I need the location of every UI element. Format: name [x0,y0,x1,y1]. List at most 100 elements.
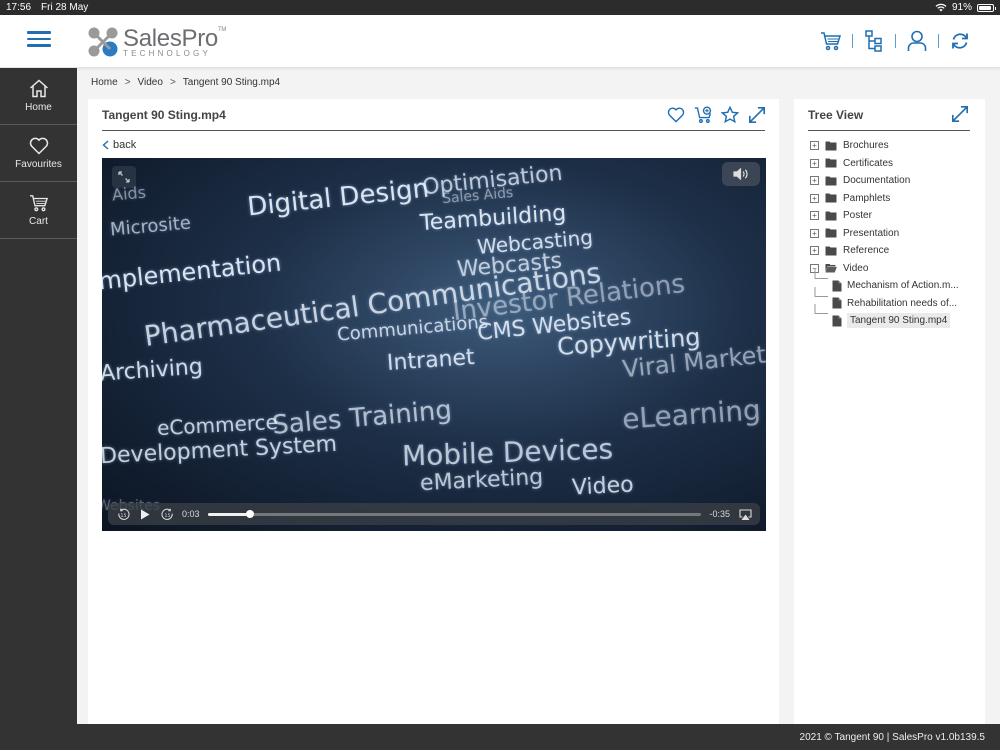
video-frame-word: Archiving [102,354,204,387]
expand-icon [748,106,766,124]
video-fullscreen-button[interactable] [112,166,136,188]
back-link[interactable]: back [102,139,136,151]
header-sync-button[interactable] [946,27,974,55]
chevron-left-icon [102,140,109,150]
skip-forward-15-icon: 15 [161,508,173,520]
breadcrumb-current: Tangent 90 Sting.mp4 [182,77,281,88]
tree-folder-label: Presentation [843,227,900,239]
play-button[interactable] [138,507,152,521]
expand-icon [951,105,969,123]
video-frame-word: eMarketing [419,464,544,497]
logo-mark-icon [88,27,118,57]
video-volume-button[interactable] [722,162,760,186]
expand-toggle-icon[interactable]: + [810,176,819,186]
video-player[interactable]: Digital Design Optimisation Sales Aids Team… [102,158,766,531]
tree-folder-row[interactable]: + Documentation [810,172,985,190]
video-frame: Digital Design Optimisation Sales Aids Team… [102,158,766,531]
video-frame-word: mplementation [102,248,283,296]
tree-file-row[interactable]: Rehabilitation needs of... [810,286,985,313]
header-tree-view-button[interactable] [860,27,888,55]
sidebar-item-favourites[interactable]: Favourites [0,125,77,182]
tree-folder-row[interactable]: + Certificates [810,155,985,173]
tree-expand-button[interactable] [951,105,971,125]
video-frame-word: eLearning [621,393,762,436]
breadcrumb-separator: > [124,77,131,88]
fullscreen-icon [118,171,130,183]
tree-view-title: Tree View [808,108,864,122]
expand-toggle-icon[interactable]: + [810,211,819,221]
tree-folder-label: Video [843,262,869,274]
breadcrumb-video[interactable]: Video [138,77,163,88]
header-cart-button[interactable] [817,27,845,55]
tree-folder-row[interactable]: + Presentation [810,225,985,243]
wifi-icon [935,3,947,12]
file-icon [832,280,842,292]
cart-icon [821,32,842,51]
breadcrumb: Home > Video > Tangent 90 Sting.mp4 [91,77,280,88]
folder-icon [825,211,837,221]
star-icon [721,106,739,124]
menu-icon [27,31,51,34]
tree-folder-label: Pamphlets [843,192,891,204]
expand-toggle-icon[interactable]: + [810,246,819,256]
back-label: back [113,139,137,151]
video-scrubber[interactable] [207,510,702,518]
scrubber-handle[interactable] [246,510,254,518]
top-header: SalesProTM TECHNOLOGY [0,15,1000,68]
tree-folder-row[interactable]: + Reference [810,242,985,260]
play-icon [141,509,150,519]
expand-toggle-icon[interactable]: + [810,228,819,238]
expand-button[interactable] [747,105,767,125]
tree-file-row[interactable]: Tangent 90 Sting.mp4 [810,304,985,330]
footer: 2021 © Tangent 90 | SalesPro v1.0b139.5 [77,724,1000,750]
status-bar: 17:56 Fri 28 May 91% [0,0,1000,15]
expand-toggle-icon[interactable]: + [810,193,819,203]
folder-icon [825,228,837,238]
skip-back-button[interactable]: 15 [116,507,130,521]
tree-folder-row[interactable]: + Pamphlets [810,190,985,208]
cart-icon [29,194,48,211]
star-button[interactable] [720,105,740,125]
favourite-button[interactable] [666,105,686,125]
battery-percent: 91% [951,2,972,13]
user-icon [907,30,927,51]
content-panel: Tangent 90 Sting.mp4 back Digital Design… [88,99,779,724]
sidebar-item-label: Home [25,102,52,113]
video-frame-word: Intranet [386,344,476,377]
tree-folder-label: Reference [843,245,890,257]
skip-forward-button[interactable]: 15 [160,507,174,521]
add-to-cart-button[interactable] [693,105,713,125]
svg-text:15: 15 [120,512,126,518]
folder-icon [825,141,837,151]
file-icon [832,315,842,327]
breadcrumb-home[interactable]: Home [91,77,118,88]
sidebar-item-cart[interactable]: Cart [0,182,77,239]
video-frame-word: Development System [102,431,338,470]
elapsed-time: 0:03 [182,509,200,519]
tree-folder-row[interactable]: + Brochures [810,137,985,155]
video-controls: 15 15 0:03 -0:35 [108,503,760,525]
expand-toggle-icon[interactable]: + [810,158,819,168]
expand-toggle-icon[interactable]: + [810,141,819,151]
sidebar-item-home[interactable]: Home [0,68,77,125]
skip-back-15-icon: 15 [117,508,129,520]
video-frame-word: Video [571,472,635,501]
tree-file-row[interactable]: Mechanism of Action.m... [810,269,985,295]
tree-folder-row[interactable]: + Poster [810,207,985,225]
tree-folder-row[interactable]: − Video [810,260,985,278]
heart-icon [29,137,48,155]
airplay-icon [738,508,752,520]
airplay-button[interactable] [738,507,752,521]
folder-icon [825,158,837,168]
video-frame-word: Digital Design [245,173,431,223]
sidebar-item-label: Favourites [15,158,62,170]
page-title: Tangent 90 Sting.mp4 [102,108,226,122]
header-user-button[interactable] [903,27,931,55]
sidebar: Home Favourites Cart [0,68,77,750]
hamburger-menu-button[interactable] [27,31,51,51]
logo-tm: TM [217,26,227,33]
tree-folder-label: Certificates [843,157,894,169]
tree-folder-label: Brochures [843,140,889,152]
tree-file-label: Rehabilitation needs of... [847,297,958,309]
volume-icon [733,168,748,180]
